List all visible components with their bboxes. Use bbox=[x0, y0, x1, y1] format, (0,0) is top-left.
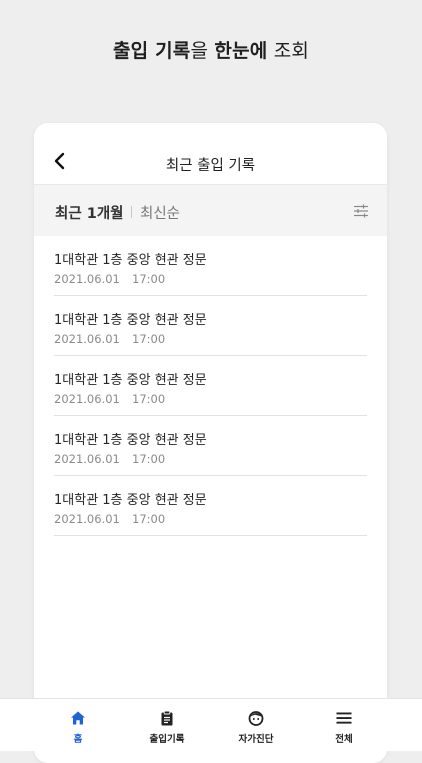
page-title: 최근 출입 기록 bbox=[165, 158, 256, 174]
bottom-navigation: 홈 출입기록 자가진단 전체 bbox=[0, 698, 422, 751]
face-icon bbox=[248, 711, 264, 726]
list-item[interactable]: 1대학관 1층 중앙 현관 정문 2021.06.01 17:00 bbox=[54, 416, 367, 476]
record-location: 1대학관 1층 중앙 현관 정문 bbox=[54, 373, 207, 388]
record-time: 17:00 bbox=[132, 512, 166, 526]
page-headline: 출입 기록을 한눈에 조회 bbox=[0, 36, 422, 63]
top-bar: 최근 출입 기록 bbox=[34, 123, 387, 184]
filter-divider bbox=[131, 206, 132, 218]
phone-screen-card: 최근 출입 기록 최근 1개월 최신순 1대학관 1층 중앙 현관 정문 202… bbox=[34, 123, 387, 763]
list-item[interactable]: 1대학관 1층 중앙 현관 정문 2021.06.01 17:00 bbox=[54, 476, 367, 536]
record-date: 2021.06.01 bbox=[54, 452, 120, 466]
menu-icon bbox=[336, 712, 352, 724]
nav-label-records: 출입기록 bbox=[149, 734, 185, 745]
nav-item-records[interactable]: 출입기록 bbox=[123, 699, 211, 751]
headline-part-1: 출입 기록 bbox=[112, 40, 191, 62]
record-time: 17:00 bbox=[132, 392, 166, 406]
filter-sliders-icon[interactable] bbox=[353, 203, 369, 219]
record-location: 1대학관 1층 중앙 현관 정문 bbox=[54, 493, 207, 508]
clipboard-icon bbox=[161, 710, 173, 726]
record-time: 17:00 bbox=[132, 332, 166, 346]
nav-item-self-check[interactable]: 자가진단 bbox=[212, 699, 300, 751]
nav-label-home: 홈 bbox=[73, 734, 83, 745]
headline-part-3: 한눈에 bbox=[214, 40, 268, 62]
headline-part-2: 을 bbox=[190, 40, 215, 62]
record-list: 1대학관 1층 중앙 현관 정문 2021.06.01 17:00 1대학관 1… bbox=[34, 236, 387, 536]
nav-item-all[interactable]: 전체 bbox=[300, 699, 388, 751]
nav-item-home[interactable]: 홈 bbox=[34, 699, 122, 751]
record-time: 17:00 bbox=[132, 272, 166, 286]
record-date: 2021.06.01 bbox=[54, 392, 120, 406]
record-location: 1대학관 1층 중앙 현관 정문 bbox=[54, 313, 207, 328]
record-location: 1대학관 1층 중앙 현관 정문 bbox=[54, 253, 207, 268]
list-item[interactable]: 1대학관 1층 중앙 현관 정문 2021.06.01 17:00 bbox=[54, 356, 367, 416]
record-date: 2021.06.01 bbox=[54, 332, 120, 346]
record-date: 2021.06.01 bbox=[54, 272, 120, 286]
sort-filter[interactable]: 최신순 bbox=[140, 202, 180, 223]
record-date: 2021.06.01 bbox=[54, 512, 120, 526]
list-item[interactable]: 1대학관 1층 중앙 현관 정문 2021.06.01 17:00 bbox=[54, 296, 367, 356]
record-location: 1대학관 1층 중앙 현관 정문 bbox=[54, 433, 207, 448]
nav-label-self-check: 자가진단 bbox=[238, 734, 274, 745]
nav-label-all: 전체 bbox=[335, 734, 353, 745]
headline-part-4: 조회 bbox=[267, 40, 310, 62]
record-time: 17:00 bbox=[132, 452, 166, 466]
filter-bar: 최근 1개월 최신순 bbox=[34, 184, 387, 236]
list-item[interactable]: 1대학관 1층 중앙 현관 정문 2021.06.01 17:00 bbox=[54, 236, 367, 296]
home-icon bbox=[71, 711, 85, 725]
period-filter[interactable]: 최근 1개월 bbox=[55, 202, 124, 223]
